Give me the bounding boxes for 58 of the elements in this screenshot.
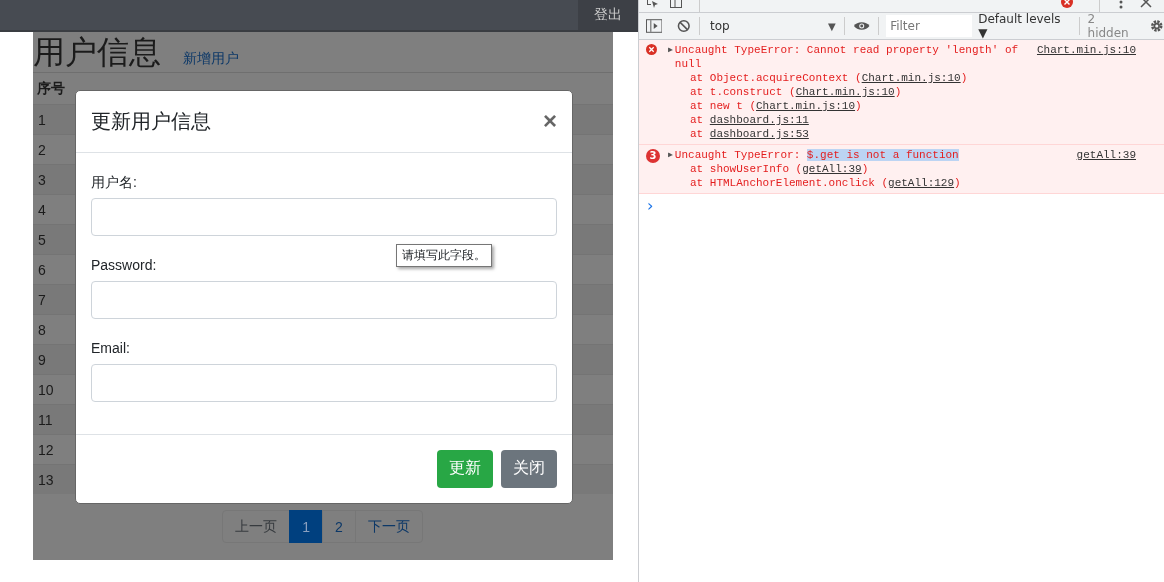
table-cell-text: 12 — [37, 441, 55, 458]
hidden-count: 2 hidden — [1087, 12, 1130, 40]
caret-icon: ▼ — [828, 20, 836, 32]
table-cell-text: 6 — [37, 261, 47, 278]
source-link[interactable]: Chart.min.js:10 — [1036, 43, 1136, 141]
table-cell-text: 9 — [37, 351, 47, 368]
table-cell-text: 7 — [37, 291, 47, 308]
stack-frame: at HTMLAnchorElement.onclick (getAll:129) — [663, 176, 1067, 190]
close-button[interactable]: 关闭 — [501, 449, 557, 488]
levels-dropdown[interactable]: Default levels ▼ — [978, 12, 1071, 40]
table-cell-text: 4 — [37, 201, 47, 218]
table-cell-text: 3 — [37, 171, 47, 188]
field-label: Email: — [91, 338, 130, 358]
context-select[interactable]: top ▼ — [707, 19, 836, 33]
validation-tooltip: 请填写此字段。 — [396, 244, 492, 267]
table-cell-text: 11 — [37, 411, 54, 428]
source-link[interactable]: Chart.min.js:10 — [795, 86, 895, 98]
page-title: 用户信息 — [33, 33, 161, 72]
error-message: Uncaught TypeError: $.get is not a function — [674, 148, 960, 162]
filter-field[interactable]: Filter — [886, 15, 973, 37]
sidebar-toggle-icon[interactable] — [646, 18, 663, 34]
table-cell-text: 5 — [37, 231, 47, 248]
logout-link[interactable]: 登出 — [578, 0, 638, 30]
source-link[interactable]: Chart.min.js:10 — [861, 72, 961, 84]
table-cell-text: 13 — [37, 471, 55, 488]
console-prompt[interactable]: › — [639, 194, 654, 215]
source-link[interactable]: getAll:39 — [802, 163, 862, 175]
table-cell-text: 2 — [37, 141, 47, 158]
repeat-count-badge: 3 — [646, 149, 660, 163]
source-link[interactable]: dashboard.js:53 — [709, 128, 809, 140]
stack-frame: at dashboard.js:53 — [663, 127, 1027, 141]
table-cell-text: 1 — [37, 111, 47, 128]
stack-frame: at Object.acquireContext (Chart.min.js:10) — [663, 71, 1027, 85]
source-link[interactable]: getAll:129 — [888, 177, 955, 189]
source-link[interactable]: dashboard.js:11 — [709, 114, 809, 126]
error-icon — [645, 44, 657, 55]
table-cell-text: 10 — [37, 381, 55, 398]
stack-frame: at new t (Chart.min.js:10) — [663, 99, 1027, 113]
stack-frame: at t.construct (Chart.min.js:10) — [663, 85, 1027, 99]
source-link[interactable]: getAll:39 — [1076, 148, 1136, 190]
table-cell-text: 8 — [37, 321, 47, 338]
expand-arrow[interactable]: ▶ — [668, 43, 673, 71]
modal-title: 更新用户信息 — [91, 108, 211, 134]
close-button[interactable]: × — [543, 109, 557, 134]
stack-frame: at showUserInfo (getAll:39) — [663, 162, 1067, 176]
column-header: 序号 — [36, 79, 66, 98]
source-link[interactable]: Chart.min.js:10 — [756, 100, 856, 112]
stack-frame: at dashboard.js:11 — [663, 113, 1027, 127]
input-field[interactable] — [91, 280, 557, 319]
input-field[interactable] — [91, 363, 557, 402]
field-label: 用户名: — [91, 172, 137, 192]
clear-icon[interactable] — [677, 19, 691, 33]
eye-icon[interactable] — [852, 20, 871, 32]
settings-icon[interactable] — [1150, 19, 1164, 33]
input-field[interactable] — [91, 197, 557, 236]
field-label: Password: — [91, 255, 157, 275]
page-link[interactable]: 1 — [289, 510, 323, 543]
expand-arrow[interactable]: ▶ — [668, 148, 673, 162]
